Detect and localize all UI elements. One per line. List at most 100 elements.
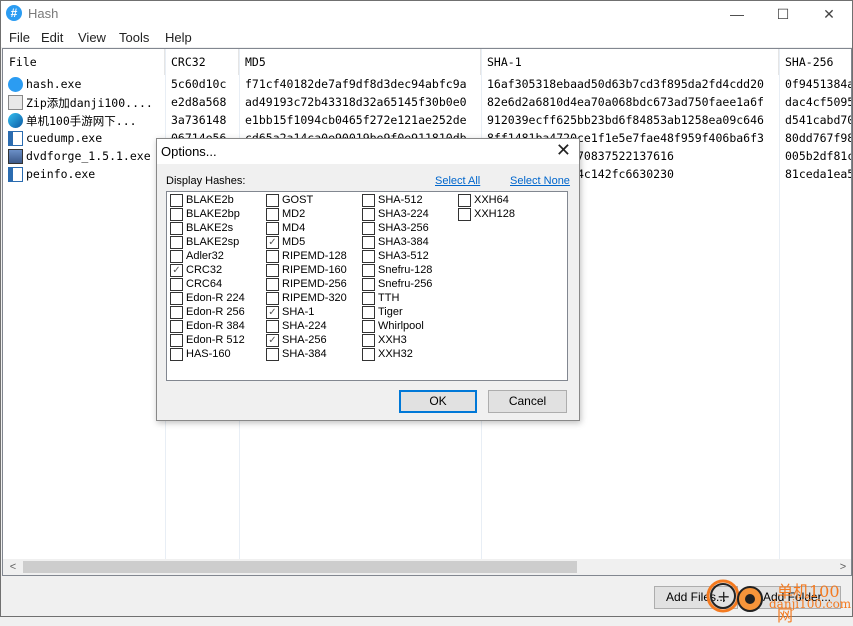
checkbox-unchecked-icon[interactable] <box>362 208 375 221</box>
menu-file[interactable]: File <box>9 30 30 45</box>
menu-tools[interactable]: Tools <box>119 30 149 45</box>
checkbox-unchecked-icon[interactable] <box>170 292 183 305</box>
table-row[interactable]: hash.exe 5c60d10c f71cf40182de7af9df8d3dec… <box>3 76 851 94</box>
hash-option-xxh32[interactable]: XXH32 <box>362 348 454 362</box>
checkbox-unchecked-icon[interactable] <box>362 194 375 207</box>
hash-option-sha-224[interactable]: SHA-224 <box>266 320 358 334</box>
scroll-left-arrow-icon[interactable]: < <box>5 559 21 575</box>
hash-option-sha-512[interactable]: SHA-512 <box>362 194 454 208</box>
maximize-button[interactable]: ☐ <box>760 1 806 27</box>
hash-option-tiger[interactable]: Tiger <box>362 306 454 320</box>
checkbox-unchecked-icon[interactable] <box>266 222 279 235</box>
checkbox-unchecked-icon[interactable] <box>266 348 279 361</box>
hash-option-snefru-256[interactable]: Snefru-256 <box>362 278 454 292</box>
checkbox-unchecked-icon[interactable] <box>266 194 279 207</box>
hash-option-xxh128[interactable]: XXH128 <box>458 208 550 222</box>
hash-option-crc32[interactable]: ✓ CRC32 <box>170 264 262 278</box>
checkbox-unchecked-icon[interactable] <box>170 348 183 361</box>
checkbox-unchecked-icon[interactable] <box>362 222 375 235</box>
hash-option-blake2s[interactable]: BLAKE2s <box>170 222 262 236</box>
close-button[interactable]: ✕ <box>806 1 852 27</box>
hash-option-tth[interactable]: TTH <box>362 292 454 306</box>
hash-option-edon-r-256[interactable]: Edon-R 256 <box>170 306 262 320</box>
hash-option-sha-384[interactable]: SHA-384 <box>266 348 358 362</box>
hash-option-crc64[interactable]: CRC64 <box>170 278 262 292</box>
hash-option-sha-1[interactable]: ✓ SHA-1 <box>266 306 358 320</box>
checkbox-checked-icon[interactable]: ✓ <box>266 236 279 249</box>
hash-option-sha3-384[interactable]: SHA3-384 <box>362 236 454 250</box>
hash-option-whirlpool[interactable]: Whirlpool <box>362 320 454 334</box>
select-all-link[interactable]: Select All <box>435 175 480 187</box>
checkbox-unchecked-icon[interactable] <box>170 334 183 347</box>
checkbox-unchecked-icon[interactable] <box>170 250 183 263</box>
hash-option-edon-r-384[interactable]: Edon-R 384 <box>170 320 262 334</box>
column-header-crc32[interactable]: CRC32 <box>165 49 239 75</box>
table-row[interactable]: 单机100手游网下... 3a736148 e1bb15f1094cb0465f27… <box>3 112 851 130</box>
checkbox-unchecked-icon[interactable] <box>362 264 375 277</box>
scrollbar-thumb[interactable] <box>23 561 577 573</box>
menu-view[interactable]: View <box>78 30 106 45</box>
checkbox-unchecked-icon[interactable] <box>362 334 375 347</box>
hash-option-blake2sp[interactable]: BLAKE2sp <box>170 236 262 250</box>
checkbox-unchecked-icon[interactable] <box>362 348 375 361</box>
checkbox-checked-icon[interactable]: ✓ <box>266 334 279 347</box>
hash-option-xxh3[interactable]: XXH3 <box>362 334 454 348</box>
hash-option-sha-256[interactable]: ✓ SHA-256 <box>266 334 358 348</box>
checkbox-unchecked-icon[interactable] <box>362 320 375 333</box>
hash-option-sha3-512[interactable]: SHA3-512 <box>362 250 454 264</box>
checkbox-unchecked-icon[interactable] <box>170 278 183 291</box>
hash-option-ripemd-160[interactable]: RIPEMD-160 <box>266 264 358 278</box>
hash-option-gost[interactable]: GOST <box>266 194 358 208</box>
column-header-sha1[interactable]: SHA-1 <box>481 49 779 75</box>
hash-checklist[interactable]: BLAKE2b BLAKE2bp BLAKE2s BLAKE2sp Adler32 ✓ CR… <box>166 191 568 381</box>
hash-option-snefru-128[interactable]: Snefru-128 <box>362 264 454 278</box>
hash-option-sha3-256[interactable]: SHA3-256 <box>362 222 454 236</box>
checkbox-unchecked-icon[interactable] <box>170 208 183 221</box>
checkbox-unchecked-icon[interactable] <box>362 236 375 249</box>
hash-option-sha3-224[interactable]: SHA3-224 <box>362 208 454 222</box>
checkbox-unchecked-icon[interactable] <box>458 208 471 221</box>
checkbox-unchecked-icon[interactable] <box>458 194 471 207</box>
menu-edit[interactable]: Edit <box>41 30 63 45</box>
checkbox-unchecked-icon[interactable] <box>362 292 375 305</box>
column-header-file[interactable]: File <box>3 49 165 75</box>
checkbox-unchecked-icon[interactable] <box>170 236 183 249</box>
hash-option-adler32[interactable]: Adler32 <box>170 250 262 264</box>
scroll-right-arrow-icon[interactable]: > <box>835 559 851 575</box>
hash-option-md2[interactable]: MD2 <box>266 208 358 222</box>
hash-option-md5[interactable]: ✓ MD5 <box>266 236 358 250</box>
column-header-md5[interactable]: MD5 <box>239 49 481 75</box>
hash-option-md4[interactable]: MD4 <box>266 222 358 236</box>
checkbox-unchecked-icon[interactable] <box>362 306 375 319</box>
checkbox-unchecked-icon[interactable] <box>266 278 279 291</box>
column-header-sha256[interactable]: SHA-256 <box>779 49 851 75</box>
checkbox-unchecked-icon[interactable] <box>266 320 279 333</box>
checkbox-unchecked-icon[interactable] <box>266 264 279 277</box>
checkbox-unchecked-icon[interactable] <box>170 306 183 319</box>
checkbox-unchecked-icon[interactable] <box>170 222 183 235</box>
menu-help[interactable]: Help <box>165 30 192 45</box>
checkbox-unchecked-icon[interactable] <box>362 250 375 263</box>
hash-option-edon-r-512[interactable]: Edon-R 512 <box>170 334 262 348</box>
checkbox-unchecked-icon[interactable] <box>170 320 183 333</box>
checkbox-checked-icon[interactable]: ✓ <box>266 306 279 319</box>
select-none-link[interactable]: Select None <box>510 175 570 187</box>
hash-option-blake2b[interactable]: BLAKE2b <box>170 194 262 208</box>
hash-option-ripemd-256[interactable]: RIPEMD-256 <box>266 278 358 292</box>
checkbox-unchecked-icon[interactable] <box>266 292 279 305</box>
hash-option-blake2bp[interactable]: BLAKE2bp <box>170 208 262 222</box>
checkbox-unchecked-icon[interactable] <box>170 194 183 207</box>
checkbox-unchecked-icon[interactable] <box>266 250 279 263</box>
hash-option-xxh64[interactable]: XXH64 <box>458 194 550 208</box>
dialog-close-icon[interactable]: ✕ <box>556 140 571 161</box>
minimize-button[interactable]: — <box>714 1 760 27</box>
hash-option-ripemd-128[interactable]: RIPEMD-128 <box>266 250 358 264</box>
checkbox-unchecked-icon[interactable] <box>266 208 279 221</box>
hash-option-edon-r-224[interactable]: Edon-R 224 <box>170 292 262 306</box>
checkbox-unchecked-icon[interactable] <box>362 278 375 291</box>
ok-button[interactable]: OK <box>399 390 477 413</box>
table-row[interactable]: Zip添加danji100.... e2d8a568 ad49193c72b4331… <box>3 94 851 112</box>
horizontal-scrollbar[interactable]: < > <box>3 559 851 575</box>
checkbox-checked-icon[interactable]: ✓ <box>170 264 183 277</box>
hash-option-ripemd-320[interactable]: RIPEMD-320 <box>266 292 358 306</box>
